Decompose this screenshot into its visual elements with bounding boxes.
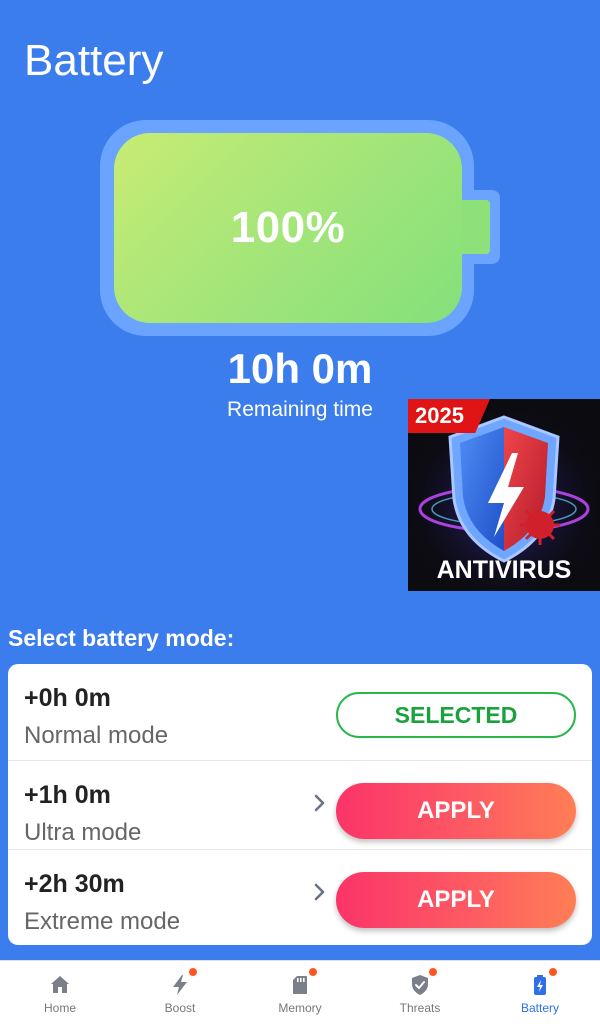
- notification-dot: [549, 968, 557, 976]
- mode-section-heading: Select battery mode:: [8, 625, 235, 651]
- remaining-time-value: 10h 0m: [227, 345, 373, 392]
- apply-ultra-button[interactable]: APPLY: [336, 783, 576, 839]
- page-title: Battery: [24, 36, 164, 85]
- nav-label: Battery: [520, 1001, 559, 1015]
- lightning-icon: [173, 975, 187, 995]
- apply-extreme-button[interactable]: APPLY: [336, 872, 576, 928]
- mode-time-gain: +0h 0m: [24, 684, 111, 712]
- battery-icon: [534, 975, 546, 995]
- nav-label: Boost: [164, 1001, 196, 1015]
- mode-name: Ultra mode: [24, 819, 142, 846]
- battery-percent: 100%: [230, 203, 346, 252]
- ad-title: ANTIVIRUS: [436, 556, 572, 584]
- shield-check-icon: [412, 975, 428, 995]
- selected-button[interactable]: SELECTED: [336, 692, 576, 738]
- nav-item-memory[interactable]: Memory: [240, 961, 360, 1024]
- notification-dot: [309, 968, 317, 976]
- mode-row-normal: +0h 0m Normal mode SELECTED: [8, 664, 592, 753]
- sd-card-icon: [293, 976, 307, 994]
- nav-item-boost[interactable]: Boost: [120, 961, 240, 1024]
- notification-dot: [429, 968, 437, 976]
- mode-name: Normal mode: [24, 722, 169, 749]
- nav-label: Memory: [278, 1001, 322, 1015]
- mode-row-ultra[interactable]: +1h 0m Ultra mode APPLY: [8, 760, 592, 849]
- chevron-right-icon: [314, 794, 325, 812]
- mode-name: Extreme mode: [24, 908, 181, 935]
- notification-dot: [189, 968, 197, 976]
- nav-item-battery[interactable]: Battery: [480, 961, 600, 1024]
- mode-time-gain: +1h 0m: [24, 781, 111, 809]
- battery-terminal-fill: [462, 200, 490, 254]
- nav-label: Threats: [399, 1001, 441, 1015]
- nav-label: Home: [43, 1001, 76, 1015]
- nav-item-threats[interactable]: Threats: [360, 961, 480, 1024]
- antivirus-ad[interactable]: 2025 ANTIVIRUS: [408, 399, 600, 591]
- mode-row-extreme[interactable]: +2h 30m Extreme mode APPLY: [8, 849, 592, 938]
- mode-time-gain: +2h 30m: [24, 870, 125, 898]
- battery-mode-list: +0h 0m Normal mode SELECTED +1h 0m Ultra…: [8, 664, 592, 945]
- home-icon: [51, 976, 69, 993]
- nav-item-home[interactable]: Home: [0, 961, 120, 1024]
- battery-level-fill: 100%: [114, 133, 462, 323]
- bottom-navigation: Home Boost Memory Threats Battery: [0, 960, 600, 1024]
- chevron-right-icon: [314, 883, 325, 901]
